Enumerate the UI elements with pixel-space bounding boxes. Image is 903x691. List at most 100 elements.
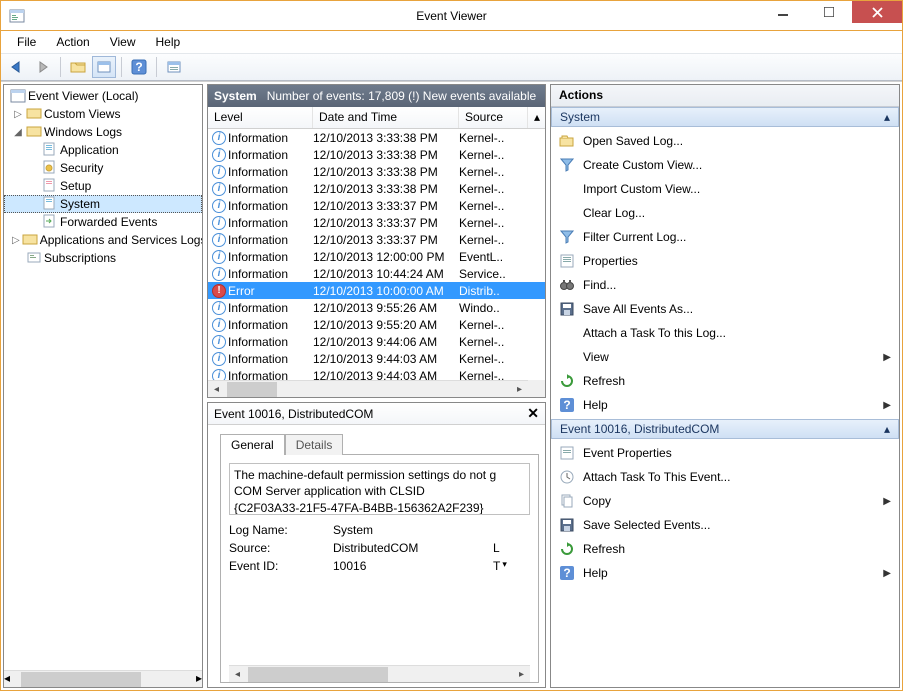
info-icon: i (212, 233, 226, 247)
detail-hscroll[interactable]: ◂▸ (229, 665, 530, 682)
table-row[interactable]: !Error12/10/2013 10:00:00 AMDistrib.. (208, 282, 545, 299)
forward-button[interactable] (31, 56, 55, 78)
tree-app-services[interactable]: ▷ Applications and Services Logs (4, 231, 202, 249)
table-row[interactable]: iInformation12/10/2013 9:55:26 AMWindo.. (208, 299, 545, 316)
collapse-icon[interactable]: ◢ (12, 127, 24, 138)
date-text: 12/10/2013 9:55:26 AM (313, 301, 459, 315)
source-text: Kernel-.. (459, 199, 509, 213)
table-row[interactable]: iInformation12/10/2013 3:33:37 PMKernel-… (208, 197, 545, 214)
msg-line: The machine-default permission settings … (234, 467, 525, 483)
refresh-icon (559, 541, 575, 557)
minimize-button[interactable] (760, 1, 806, 23)
table-row[interactable]: iInformation12/10/2013 9:44:03 AMKernel-… (208, 367, 545, 380)
action-help-2[interactable]: ?Help▶ (551, 561, 899, 585)
action-view[interactable]: View▶ (551, 345, 899, 369)
action-refresh[interactable]: Refresh (551, 369, 899, 393)
tab-general[interactable]: General (220, 434, 285, 455)
action-create-custom-view[interactable]: Create Custom View... (551, 153, 899, 177)
table-row[interactable]: iInformation12/10/2013 10:44:24 AMServic… (208, 265, 545, 282)
chevron-right-icon: ▶ (883, 496, 891, 507)
action-copy[interactable]: Copy ▶ (551, 489, 899, 513)
tree-root[interactable]: Event Viewer (Local) (4, 87, 202, 105)
col-source[interactable]: Source (459, 107, 528, 128)
menu-file[interactable]: File (9, 33, 44, 51)
collapse-icon[interactable]: ▴ (884, 110, 890, 124)
preview-button[interactable] (162, 56, 186, 78)
tree-application[interactable]: Application (4, 141, 202, 159)
action-refresh-2[interactable]: Refresh (551, 537, 899, 561)
action-open-saved-log[interactable]: Open Saved Log... (551, 129, 899, 153)
actions-group-event[interactable]: Event 10016, DistributedCOM▴ (551, 419, 899, 439)
action-attach-task[interactable]: Attach a Task To this Log... (551, 321, 899, 345)
help-icon[interactable]: ? (127, 56, 151, 78)
action-label: Copy (583, 494, 611, 508)
error-icon: ! (212, 284, 226, 298)
table-row[interactable]: iInformation12/10/2013 3:33:37 PMKernel-… (208, 231, 545, 248)
action-event-attach[interactable]: Attach Task To This Event... (551, 465, 899, 489)
event-props-icon (559, 445, 575, 461)
tab-details[interactable]: Details (285, 434, 344, 455)
info-icon: i (212, 318, 226, 332)
date-text: 12/10/2013 3:33:37 PM (313, 233, 459, 247)
action-save-all[interactable]: Save All Events As... (551, 297, 899, 321)
detail-close-icon[interactable]: ✕ (527, 405, 539, 422)
action-save-selected[interactable]: Save Selected Events... (551, 513, 899, 537)
table-row[interactable]: iInformation12/10/2013 3:33:38 PMKernel-… (208, 146, 545, 163)
event-rows[interactable]: i Information 12/10/2013 3:33:38 PM Kernel-… (208, 129, 545, 380)
action-help[interactable]: ?Help▶ (551, 393, 899, 417)
tree-subscriptions[interactable]: Subscriptions (4, 249, 202, 267)
list-hscroll[interactable]: ◂▸ (208, 380, 528, 397)
blank-icon (559, 181, 575, 197)
tree-custom-views[interactable]: ▷Custom Views (4, 105, 202, 123)
tree-setup[interactable]: Setup (4, 177, 202, 195)
show-tree-button[interactable] (66, 56, 90, 78)
table-row[interactable]: iInformation12/10/2013 3:33:37 PMKernel-… (208, 214, 545, 231)
properties-button[interactable] (92, 56, 116, 78)
table-row[interactable]: iInformation12/10/2013 9:44:06 AMKernel-… (208, 333, 545, 350)
info-icon: i (212, 250, 226, 264)
table-row[interactable]: iInformation12/10/2013 3:33:38 PMKernel-… (208, 129, 545, 146)
tree-security[interactable]: Security (4, 159, 202, 177)
actions-group-system[interactable]: System▴ (551, 107, 899, 127)
tree-forwarded[interactable]: Forwarded Events (4, 213, 202, 231)
action-event-properties[interactable]: Event Properties (551, 441, 899, 465)
tree-hscroll[interactable]: ◂▸ (4, 670, 202, 687)
maximize-button[interactable] (806, 1, 852, 23)
back-button[interactable] (5, 56, 29, 78)
menu-action[interactable]: Action (48, 33, 97, 51)
level-text: Information (228, 352, 288, 366)
task-icon (559, 469, 575, 485)
col-level[interactable]: Level (208, 107, 313, 128)
action-filter-log[interactable]: Filter Current Log... (551, 225, 899, 249)
table-row[interactable]: iInformation12/10/2013 9:44:03 AMKernel-… (208, 350, 545, 367)
collapse-icon[interactable]: ▴ (884, 422, 890, 436)
list-header-name: System (214, 89, 257, 103)
table-row[interactable]: iInformation12/10/2013 3:33:38 PMKernel-… (208, 163, 545, 180)
tree-system[interactable]: System (4, 195, 202, 213)
close-button[interactable] (852, 1, 902, 23)
action-clear-log[interactable]: Clear Log... (551, 201, 899, 225)
col-date[interactable]: Date and Time (313, 107, 459, 128)
date-text: 12/10/2013 9:44:03 AM (313, 369, 459, 381)
prop-key: Log Name: (229, 523, 333, 541)
level-text: Information (228, 199, 288, 213)
tree-windows-logs[interactable]: ◢Windows Logs (4, 123, 202, 141)
action-label: Import Custom View... (583, 182, 700, 196)
expand-icon[interactable]: ▷ (12, 109, 24, 120)
app-icon (9, 8, 25, 24)
action-find[interactable]: Find... (551, 273, 899, 297)
action-import-custom-view[interactable]: Import Custom View... (551, 177, 899, 201)
action-label: Clear Log... (583, 206, 645, 220)
table-row[interactable]: iInformation12/10/2013 12:00:00 PMEventL… (208, 248, 545, 265)
table-row[interactable]: iInformation12/10/2013 9:55:20 AMKernel-… (208, 316, 545, 333)
menu-view[interactable]: View (102, 33, 144, 51)
level-text: Information (228, 131, 288, 145)
scroll-up[interactable]: ▴ (528, 107, 545, 128)
tree-label: Applications and Services Logs (40, 233, 202, 247)
menu-help[interactable]: Help (148, 33, 189, 51)
action-properties[interactable]: Properties (551, 249, 899, 273)
date-text: 12/10/2013 3:33:38 PM (313, 148, 459, 162)
table-row[interactable]: iInformation12/10/2013 3:33:38 PMKernel-… (208, 180, 545, 197)
msg-line: {C2F03A33-21F5-47FA-B4BB-156362A2F239} (234, 500, 525, 516)
expand-icon[interactable]: ▷ (12, 235, 20, 246)
